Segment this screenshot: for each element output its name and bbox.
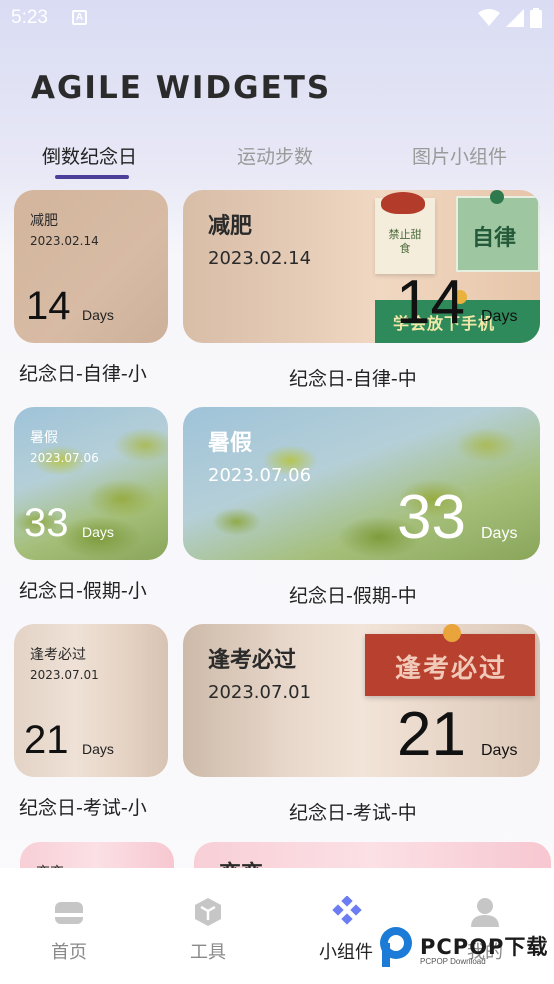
green-card-deco: 自律 bbox=[456, 190, 540, 272]
notification-a-icon: A bbox=[72, 10, 87, 25]
widget-unit: Days bbox=[481, 742, 518, 759]
widget-unit: Days bbox=[82, 524, 114, 540]
widgets-diamond-icon bbox=[332, 896, 362, 925]
sticky-note-deco: 禁止甜食 bbox=[375, 192, 435, 274]
nav-tools[interactable]: 工具 bbox=[158, 868, 258, 968]
person-icon bbox=[471, 898, 499, 927]
widget-count: 33 bbox=[24, 501, 69, 545]
widget-date: 2023.07.06 bbox=[30, 451, 99, 465]
red-bow-deco bbox=[381, 192, 425, 214]
widget-date: 2023.07.01 bbox=[208, 682, 312, 703]
widget-card-small-vacation[interactable]: 暑假 2023.07.06 33 Days bbox=[14, 407, 168, 560]
orange-pin-deco bbox=[443, 624, 461, 642]
signal-icon bbox=[506, 9, 524, 27]
widget-unit: Days bbox=[481, 308, 518, 325]
red-sign-deco: 逢考必过 bbox=[365, 634, 535, 696]
home-icon bbox=[55, 902, 83, 924]
widget-count: 21 bbox=[24, 718, 69, 762]
widget-caption: 纪念日-考试-小 bbox=[19, 797, 147, 819]
tab-indicator bbox=[55, 175, 129, 179]
widget-date: 2023.07.06 bbox=[208, 465, 312, 486]
pin-deco bbox=[490, 190, 504, 204]
widget-card-medium-exam[interactable]: 逢考必过 逢考必过 2023.07.01 21 Days bbox=[183, 624, 540, 777]
nav-tools-label: 工具 bbox=[190, 942, 226, 963]
widget-caption: 纪念日-考试-中 bbox=[289, 802, 417, 824]
widget-card-small-discipline[interactable]: 减肥 2023.02.14 14 Days bbox=[14, 190, 168, 343]
tab-photo-widget[interactable]: 图片小组件 bbox=[412, 142, 507, 169]
widget-title: 减肥 bbox=[208, 214, 253, 239]
widget-caption: 纪念日-假期-中 bbox=[289, 585, 417, 607]
widget-count: 14 bbox=[396, 268, 465, 337]
widget-title: 减肥 bbox=[30, 213, 58, 229]
tab-steps[interactable]: 运动步数 bbox=[237, 142, 313, 169]
status-time: 5:23 bbox=[11, 7, 48, 28]
sticky-note-text: 禁止甜食 bbox=[388, 228, 422, 255]
battery-icon bbox=[530, 8, 542, 28]
red-sign-text: 逢考必过 bbox=[395, 654, 508, 684]
status-bar: 5:23 A bbox=[0, 0, 554, 36]
app-title: AGILE WIDGETS bbox=[31, 70, 332, 106]
status-icons bbox=[478, 8, 542, 28]
tab-countdown[interactable]: 倒数纪念日 bbox=[42, 142, 137, 169]
nav-home[interactable]: 首页 bbox=[19, 868, 119, 968]
widget-unit: Days bbox=[82, 741, 114, 757]
watermark-sub: PCPOP Download bbox=[420, 957, 486, 966]
widget-count: 21 bbox=[397, 700, 466, 769]
wifi-icon bbox=[478, 9, 500, 26]
pcpop-logo-icon bbox=[380, 927, 412, 967]
widget-date: 2023.02.14 bbox=[208, 248, 312, 269]
widget-caption: 纪念日-自律-中 bbox=[289, 368, 417, 390]
nav-home-label: 首页 bbox=[51, 942, 87, 963]
cube-icon bbox=[195, 898, 221, 926]
widget-title: 逢考必过 bbox=[30, 647, 86, 663]
widget-unit: Days bbox=[82, 307, 114, 323]
widget-caption: 纪念日-假期-小 bbox=[19, 580, 147, 602]
widget-date: 2023.07.01 bbox=[30, 668, 99, 682]
widget-caption: 纪念日-自律-小 bbox=[19, 363, 147, 385]
widget-card-small-exam[interactable]: 逢考必过 2023.07.01 21 Days bbox=[14, 624, 168, 777]
widget-count: 14 bbox=[26, 284, 71, 328]
green-card-text: 自律 bbox=[472, 226, 517, 251]
widget-count: 33 bbox=[397, 483, 466, 552]
widget-title: 暑假 bbox=[208, 431, 253, 456]
widget-date: 2023.02.14 bbox=[30, 234, 99, 248]
widget-card-medium-vacation[interactable]: 暑假 2023.07.06 33 Days bbox=[183, 407, 540, 560]
widget-unit: Days bbox=[481, 525, 518, 542]
widget-title: 暑假 bbox=[30, 430, 58, 446]
widget-title: 逢考必过 bbox=[208, 648, 297, 673]
pcpop-watermark: PCPOP下载 PCPOP Download bbox=[376, 925, 554, 973]
widget-card-medium-discipline[interactable]: 禁止甜食 自律 学会放下手机 减肥 2023.02.14 14 Days bbox=[183, 190, 540, 343]
